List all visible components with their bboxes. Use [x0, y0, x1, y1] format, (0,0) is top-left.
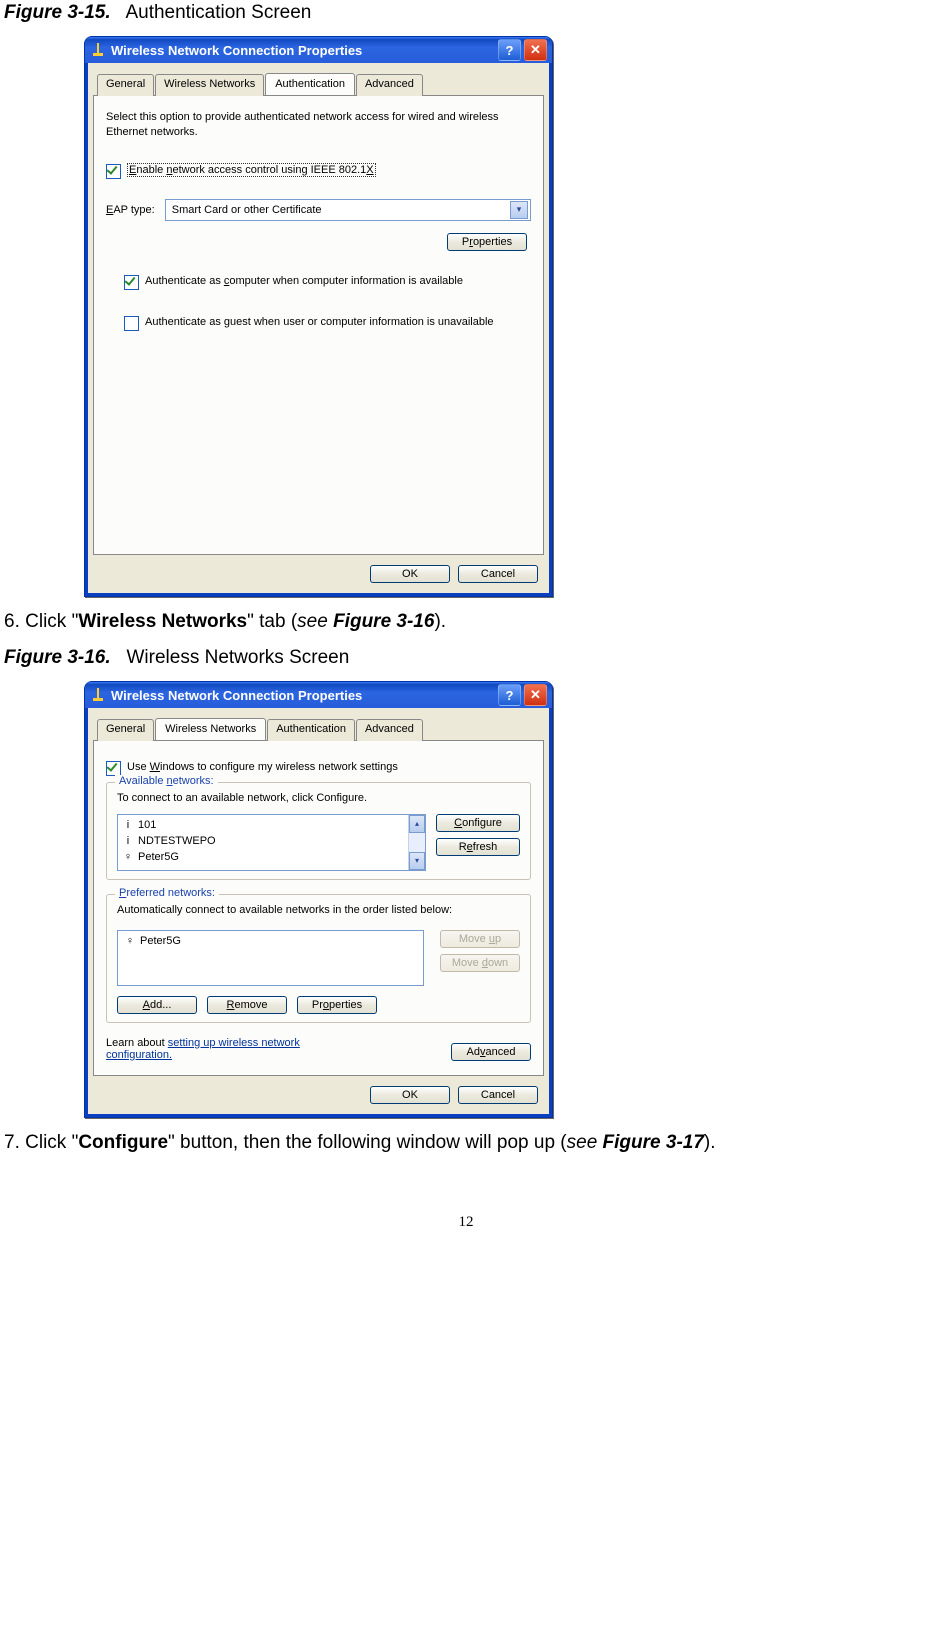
- auth-as-computer-label: Authenticate as computer when computer i…: [145, 275, 463, 287]
- wireless-icon: [91, 43, 105, 57]
- preferred-desc: Automatically connect to available netwo…: [117, 903, 520, 918]
- scroll-down-icon[interactable]: ▾: [409, 852, 425, 870]
- move-up-button[interactable]: Move up: [440, 930, 520, 948]
- preferred-networks-list[interactable]: ♀Peter5G: [117, 930, 424, 986]
- learn-about-text: Learn about setting up wireless network …: [106, 1037, 356, 1061]
- list-item: i101: [118, 817, 408, 833]
- figure-title: Wireless Networks Screen: [127, 647, 350, 668]
- available-networks-legend: Available networks:: [115, 775, 218, 787]
- close-button[interactable]: ✕: [524, 39, 547, 61]
- tab-wireless-networks[interactable]: Wireless Networks: [155, 74, 264, 96]
- window-title: Wireless Network Connection Properties: [111, 43, 362, 58]
- auth-dialog-window: Wireless Network Connection Properties ?…: [84, 36, 553, 597]
- tab-authentication[interactable]: Authentication: [267, 719, 355, 741]
- figure-3-16-label: Figure 3-16. Wireless Networks Screen: [4, 647, 928, 669]
- help-button[interactable]: ?: [498, 684, 521, 706]
- list-item: iNDTESTWEPO: [118, 833, 408, 849]
- close-button[interactable]: ✕: [524, 684, 547, 706]
- available-networks-group: Available networks: To connect to an ava…: [106, 782, 531, 880]
- wireless-icon: [91, 688, 105, 702]
- scrollbar[interactable]: ▴ ▾: [408, 815, 425, 870]
- tab-advanced[interactable]: Advanced: [356, 719, 423, 741]
- refresh-button[interactable]: Refresh: [436, 838, 520, 856]
- use-windows-label: Use Windows to configure my wireless net…: [127, 761, 398, 773]
- auth-description: Select this option to provide authentica…: [106, 110, 531, 140]
- auth-as-computer-checkbox[interactable]: [124, 275, 139, 290]
- enable-8021x-label: Enable network access control using IEEE…: [127, 164, 376, 176]
- antenna-icon: i: [122, 819, 134, 831]
- step-7-text: 7. Click "Configure" button, then the fo…: [4, 1132, 928, 1154]
- antenna-icon: ♀: [124, 935, 136, 947]
- list-item: ♀Peter5G: [120, 933, 185, 949]
- page-number: 12: [4, 1214, 928, 1231]
- antenna-icon: i: [122, 835, 134, 847]
- cancel-button[interactable]: Cancel: [458, 1086, 538, 1104]
- tab-advanced[interactable]: Advanced: [356, 74, 423, 96]
- auth-as-guest-checkbox[interactable]: [124, 316, 139, 331]
- preferred-networks-group: Preferred networks: Automatically connec…: [106, 894, 531, 1023]
- tab-strip: General Wireless Networks Authentication…: [97, 718, 544, 740]
- authentication-panel: Select this option to provide authentica…: [93, 95, 544, 555]
- add-button[interactable]: Add...: [117, 996, 197, 1014]
- configure-button[interactable]: Configure: [436, 814, 520, 832]
- ok-button[interactable]: OK: [370, 565, 450, 583]
- use-windows-checkbox[interactable]: [106, 761, 121, 776]
- properties-button[interactable]: Properties: [297, 996, 377, 1014]
- remove-button[interactable]: Remove: [207, 996, 287, 1014]
- tab-strip: General Wireless Networks Authentication…: [97, 73, 544, 95]
- help-button[interactable]: ?: [498, 39, 521, 61]
- wireless-networks-dialog-window: Wireless Network Connection Properties ?…: [84, 681, 553, 1118]
- figure-title: Authentication Screen: [125, 2, 311, 23]
- figure-number: Figure 3-16.: [4, 647, 111, 668]
- enable-8021x-checkbox[interactable]: [106, 164, 121, 179]
- titlebar[interactable]: Wireless Network Connection Properties ?…: [85, 682, 552, 708]
- titlebar[interactable]: Wireless Network Connection Properties ?…: [85, 37, 552, 63]
- antenna-icon: ♀: [122, 851, 134, 863]
- cancel-button[interactable]: Cancel: [458, 565, 538, 583]
- tab-general[interactable]: General: [97, 74, 154, 96]
- tab-wireless-networks[interactable]: Wireless Networks: [155, 718, 266, 740]
- chevron-down-icon: ▾: [510, 201, 528, 219]
- figure-number: Figure 3-15.: [4, 2, 111, 23]
- available-networks-list[interactable]: i101 iNDTESTWEPO ♀Peter5G ▴ ▾: [117, 814, 426, 871]
- preferred-networks-legend: Preferred networks:: [115, 887, 219, 899]
- auth-as-guest-label: Authenticate as guest when user or compu…: [145, 316, 494, 328]
- list-item: ♀Peter5G: [118, 849, 408, 865]
- wireless-networks-panel: Use Windows to configure my wireless net…: [93, 740, 544, 1076]
- figure-3-15-label: Figure 3-15. Authentication Screen: [4, 2, 928, 24]
- tab-authentication[interactable]: Authentication: [265, 73, 355, 95]
- scroll-up-icon[interactable]: ▴: [409, 815, 425, 833]
- eap-type-label: EAP type:: [106, 204, 155, 216]
- available-desc: To connect to an available network, clic…: [117, 791, 520, 806]
- advanced-button[interactable]: Advanced: [451, 1043, 531, 1061]
- move-down-button[interactable]: Move down: [440, 954, 520, 972]
- ok-button[interactable]: OK: [370, 1086, 450, 1104]
- properties-button[interactable]: Properties: [447, 233, 527, 251]
- eap-type-select[interactable]: Smart Card or other Certificate ▾: [165, 199, 531, 221]
- eap-type-value: Smart Card or other Certificate: [172, 204, 322, 216]
- step-6-text: 6. Click "Wireless Networks" tab (see Fi…: [4, 611, 928, 633]
- window-title: Wireless Network Connection Properties: [111, 688, 362, 703]
- tab-general[interactable]: General: [97, 719, 154, 741]
